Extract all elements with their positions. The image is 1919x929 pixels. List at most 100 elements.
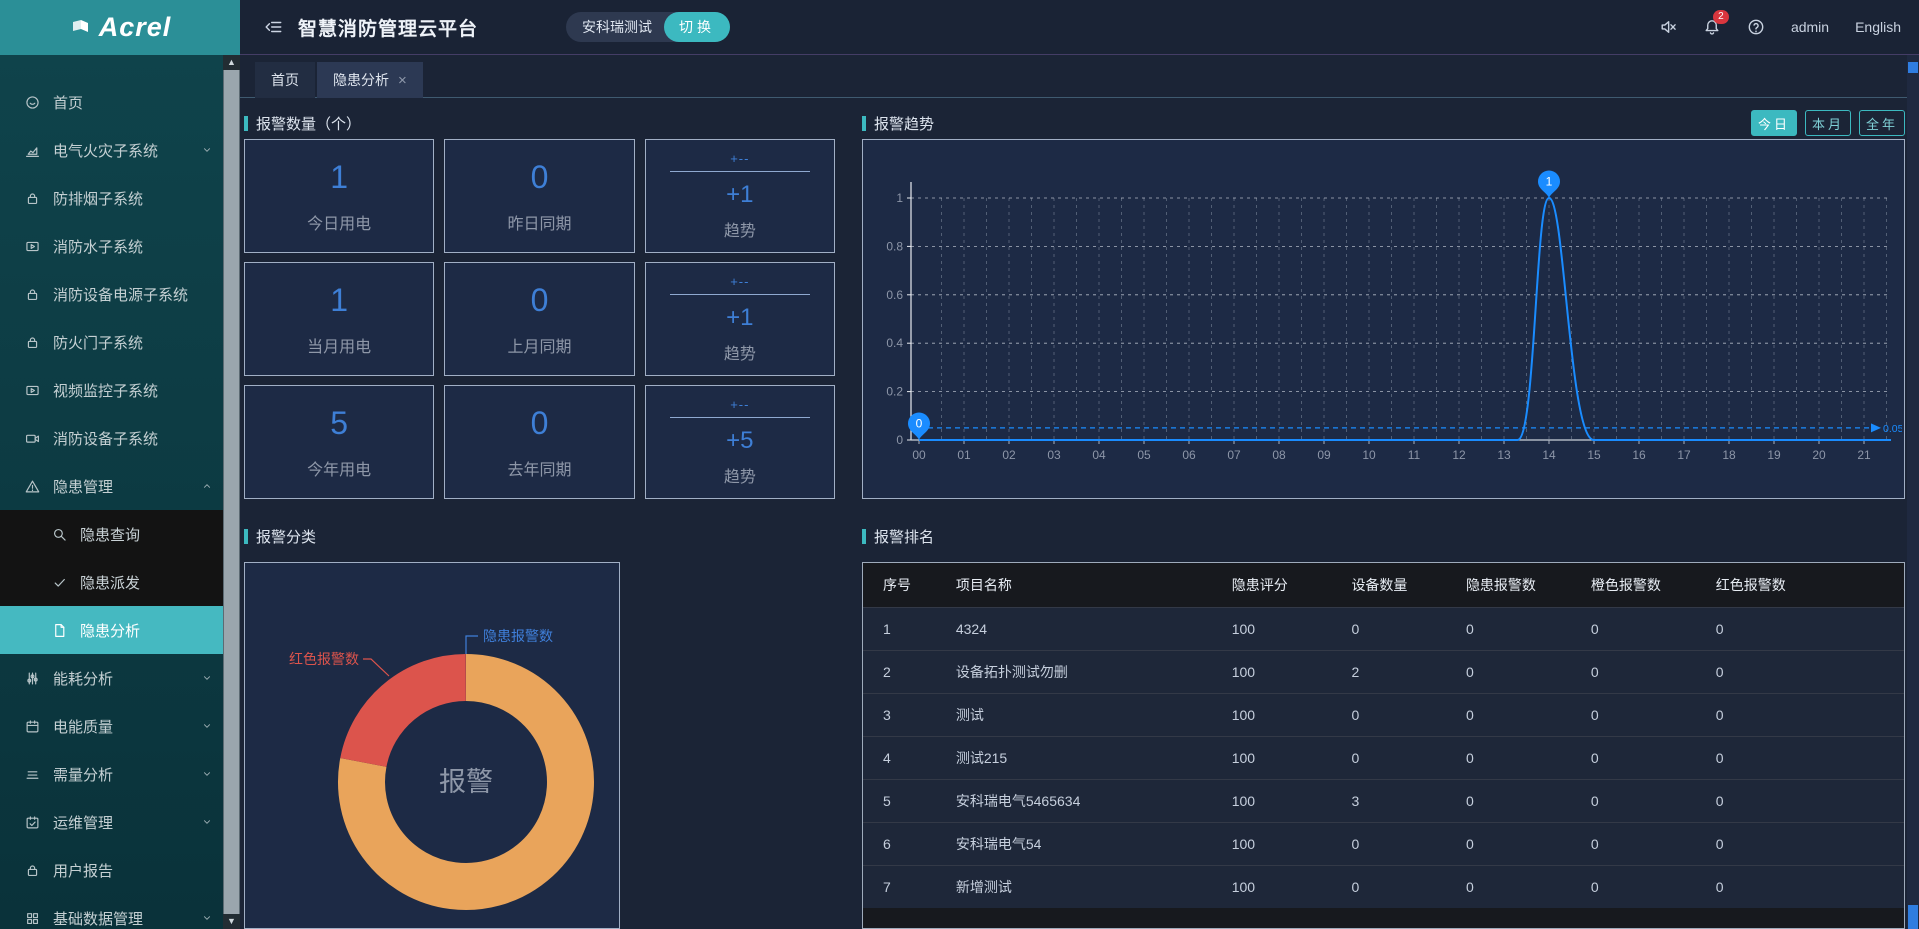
sidebar-item-hazard-dispatch[interactable]: 隐患派发 [0, 558, 240, 606]
svg-text:0.4: 0.4 [886, 336, 903, 350]
tab-close-icon[interactable]: × [398, 72, 407, 89]
header-bar: 智慧消防管理云平台 安科瑞测试 切换 2 admin English [240, 0, 1919, 55]
stat-card: 1当月用电 [244, 262, 434, 376]
table-cell: 0 [1331, 736, 1446, 779]
sidebar-item-label: 隐患查询 [80, 524, 140, 545]
sidebar-item-energy-analysis[interactable]: 能耗分析 [0, 654, 240, 702]
scroll-up-icon[interactable]: ▲ [223, 55, 240, 70]
user-menu[interactable]: admin [1791, 19, 1829, 35]
svg-text:13: 13 [1497, 448, 1511, 462]
section-title: 报警趋势 [874, 113, 934, 134]
sound-mute-icon[interactable] [1659, 18, 1677, 36]
video-icon [25, 239, 40, 254]
sidebar-item-fire-equipment-power-subsystem[interactable]: 消防设备电源子系统 [0, 270, 240, 318]
sidebar-item-fire-water-subsystem[interactable]: 消防水子系统 [0, 222, 240, 270]
home-icon [25, 95, 40, 110]
table-cell: 0 [1446, 650, 1571, 693]
notifications-bell-icon[interactable]: 2 [1703, 18, 1721, 36]
sidebar-item-home[interactable]: 首页 [0, 78, 240, 126]
chevron-down-icon [201, 912, 213, 924]
table-row[interactable]: 3测试1000000 [863, 693, 1904, 736]
table-row[interactable]: 2设备拓扑测试勿删1002000 [863, 650, 1904, 693]
table-row[interactable]: 143241000000 [863, 607, 1904, 650]
language-switch[interactable]: English [1855, 19, 1901, 35]
table-cell: 3 [863, 693, 936, 736]
table-cell: 0 [1571, 607, 1696, 650]
sidebar-item-basic-data-management[interactable]: 基础数据管理 [0, 894, 240, 929]
column-header: 橙色报警数 [1571, 563, 1696, 607]
table-cell: 0 [1571, 865, 1696, 908]
help-icon[interactable] [1747, 18, 1765, 36]
table-cell: 安科瑞电气5465634 [936, 779, 1212, 822]
sidebar-item-hazard-analysis[interactable]: 隐患分析 [0, 606, 240, 654]
table-row[interactable]: 6安科瑞电气541000000 [863, 822, 1904, 865]
tab-hazard-analysis[interactable]: 隐患分析× [317, 62, 423, 98]
sidebar-item-demand-analysis[interactable]: 需量分析 [0, 750, 240, 798]
donut-segment [363, 678, 465, 763]
alarm-count-header: 报警数量（个） [244, 110, 835, 136]
stat-label: 上月同期 [507, 333, 571, 357]
tab-home[interactable]: 首页 [255, 62, 315, 98]
section-title: 报警排名 [874, 526, 934, 547]
page-scrollbar[interactable] [1907, 55, 1919, 929]
table-cell: 0 [1446, 822, 1571, 865]
org-selector: 安科瑞测试 切换 [566, 12, 730, 42]
sidebar-item-label: 消防设备子系统 [53, 428, 158, 449]
stat-label: 趋势 [724, 217, 756, 241]
table-cell: 0 [1696, 736, 1904, 779]
alarm-category-chart: 隐患报警数红色报警数报警 [244, 562, 620, 929]
tab-bar: 首页隐患分析× [240, 55, 1919, 98]
table-cell: 新增测试 [936, 865, 1212, 908]
sidebar-item-fire-door-subsystem[interactable]: 防火门子系统 [0, 318, 240, 366]
chevron-down-icon [201, 144, 213, 156]
svg-text:1: 1 [1546, 175, 1553, 189]
svg-text:14: 14 [1542, 448, 1556, 462]
sidebar: 首页电气火灾子系统防排烟子系统消防水子系统消防设备电源子系统防火门子系统视频监控… [0, 55, 240, 929]
section-title: 报警分类 [256, 526, 316, 547]
main-area: 首页隐患分析× 报警数量（个） 1今日用电0昨日同期+--+1趋势1当月用电0上… [240, 55, 1919, 929]
trend-formula: +-- [730, 274, 749, 289]
table-cell: 6 [863, 822, 936, 865]
column-header: 隐患评分 [1212, 563, 1332, 607]
range-button-full-year[interactable]: 全年 [1859, 110, 1905, 136]
table-cell: 0 [1571, 822, 1696, 865]
table-cell: 0 [1571, 779, 1696, 822]
sidebar-item-user-report[interactable]: 用户报告 [0, 846, 240, 894]
sidebar-item-power-quality[interactable]: 电能质量 [0, 702, 240, 750]
sidebar-collapse-icon[interactable] [264, 18, 282, 36]
table-cell: 100 [1212, 779, 1332, 822]
range-button-today[interactable]: 今日 [1751, 110, 1797, 136]
switch-org-button[interactable]: 切换 [664, 12, 730, 42]
svg-text:12: 12 [1452, 448, 1466, 462]
notification-badge: 2 [1713, 10, 1729, 24]
sidebar-item-hazard-management[interactable]: 隐患管理 [0, 462, 240, 510]
range-button-this-month[interactable]: 本月 [1805, 110, 1851, 136]
trend-range-buttons: 今日本月全年 [1751, 110, 1905, 136]
donut-center-label: 报警 [439, 767, 493, 797]
sidebar-item-video-monitoring-subsystem[interactable]: 视频监控子系统 [0, 366, 240, 414]
sidebar-item-smoke-control-subsystem[interactable]: 防排烟子系统 [0, 174, 240, 222]
sidebar-item-hazard-query[interactable]: 隐患查询 [0, 510, 240, 558]
page-scrollbar-thumb[interactable] [1908, 905, 1918, 929]
content: 报警数量（个） 1今日用电0昨日同期+--+1趋势1当月用电0上月同期+--+1… [240, 98, 1919, 929]
scroll-down-icon[interactable]: ▼ [223, 914, 240, 929]
svg-text:06: 06 [1182, 448, 1196, 462]
svg-text:0.8: 0.8 [886, 239, 903, 253]
sidebar-scrollbar[interactable]: ▲ ▼ [223, 55, 240, 929]
page-scrollbar-top[interactable] [1908, 62, 1918, 73]
sidebar-scrollbar-thumb[interactable] [224, 70, 239, 914]
svg-text:17: 17 [1677, 448, 1691, 462]
table-row[interactable]: 5安科瑞电气54656341003000 [863, 779, 1904, 822]
table-row[interactable]: 4测试2151000000 [863, 736, 1904, 779]
svg-text:04: 04 [1092, 448, 1106, 462]
table-cell: 100 [1212, 822, 1332, 865]
table-row[interactable]: 7新增测试1000000 [863, 865, 1904, 908]
sidebar-item-fire-equipment-subsystem[interactable]: 消防设备子系统 [0, 414, 240, 462]
table-cell: 0 [1696, 607, 1904, 650]
table-cell: 0 [1446, 607, 1571, 650]
lock-icon [25, 863, 40, 878]
sidebar-item-electrical-fire-subsystem[interactable]: 电气火灾子系统 [0, 126, 240, 174]
sidebar-item-operation-maintenance[interactable]: 运维管理 [0, 798, 240, 846]
app-title: 智慧消防管理云平台 [298, 14, 478, 41]
table-cell: 100 [1212, 693, 1332, 736]
